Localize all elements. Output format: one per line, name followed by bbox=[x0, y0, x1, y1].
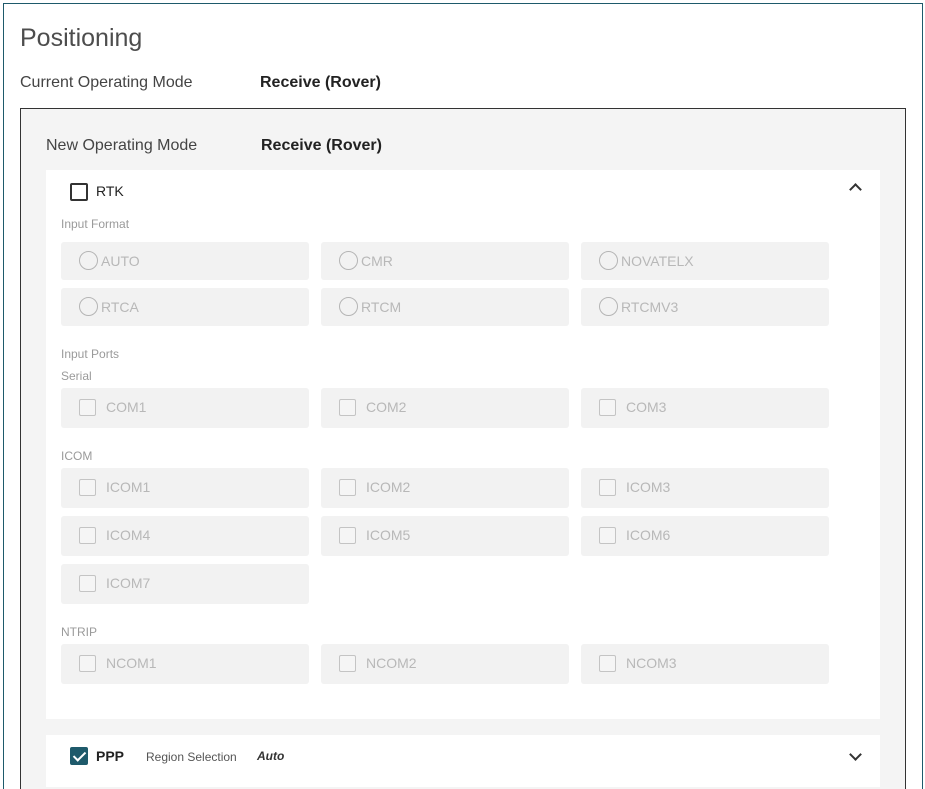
icom-label: ICOM bbox=[61, 449, 93, 463]
checkbox-icon bbox=[79, 655, 96, 672]
region-selection-value: Auto bbox=[257, 749, 285, 763]
input-format-option: NOVATELX bbox=[581, 242, 829, 280]
port-label: ICOM5 bbox=[366, 527, 411, 543]
checkbox-icon bbox=[599, 399, 616, 416]
checkbox-icon bbox=[339, 527, 356, 544]
checkbox-icon bbox=[599, 655, 616, 672]
port-label: NCOM2 bbox=[366, 655, 417, 671]
port-label: ICOM3 bbox=[626, 479, 671, 495]
port-label: ICOM4 bbox=[106, 527, 151, 543]
current-mode-value: Receive (Rover) bbox=[260, 74, 381, 91]
chevron-up-icon[interactable] bbox=[849, 183, 862, 196]
ppp-label: PPP bbox=[96, 748, 125, 764]
port-option: ICOM3 bbox=[581, 468, 829, 508]
checkbox-icon bbox=[79, 479, 96, 496]
page-title: Positioning bbox=[20, 24, 143, 52]
current-mode-label: Current Operating Mode bbox=[20, 74, 193, 91]
port-option: ICOM4 bbox=[61, 516, 309, 556]
new-mode-label: New Operating Mode bbox=[46, 137, 198, 154]
port-option: COM3 bbox=[581, 388, 829, 428]
port-label: ICOM2 bbox=[366, 479, 411, 495]
new-mode-value: Receive (Rover) bbox=[261, 137, 382, 154]
checkbox-icon bbox=[339, 479, 356, 496]
port-option: ICOM1 bbox=[61, 468, 309, 508]
port-option: NCOM2 bbox=[321, 644, 569, 684]
port-option: NCOM1 bbox=[61, 644, 309, 684]
checkbox-icon bbox=[339, 399, 356, 416]
input-format-option: CMR bbox=[321, 242, 569, 280]
port-option: ICOM2 bbox=[321, 468, 569, 508]
input-format-label-rtcm: RTCM bbox=[361, 299, 402, 315]
port-option: COM1 bbox=[61, 388, 309, 428]
rtk-checkbox[interactable] bbox=[70, 183, 88, 201]
ppp-checkbox[interactable] bbox=[70, 747, 88, 765]
radio-icon bbox=[599, 297, 618, 316]
serial-label: Serial bbox=[61, 369, 92, 383]
rtk-label: RTK bbox=[96, 183, 124, 199]
checkbox-icon bbox=[339, 655, 356, 672]
rtk-panel: RTK Input Format AUTO CMR NOVATELX RTCA … bbox=[46, 170, 880, 719]
checkbox-icon bbox=[79, 575, 96, 592]
ntrip-label: NTRIP bbox=[61, 625, 97, 639]
checkbox-icon bbox=[599, 479, 616, 496]
chevron-down-icon[interactable] bbox=[849, 748, 862, 761]
input-format-option: RTCA bbox=[61, 288, 309, 326]
port-label: COM1 bbox=[106, 399, 147, 415]
checkbox-icon bbox=[79, 399, 96, 416]
input-format-label-novatelx: NOVATELX bbox=[621, 253, 694, 269]
radio-icon bbox=[599, 251, 618, 270]
port-label: COM2 bbox=[366, 399, 407, 415]
checkbox-icon bbox=[599, 527, 616, 544]
port-label: ICOM6 bbox=[626, 527, 671, 543]
port-option: ICOM5 bbox=[321, 516, 569, 556]
input-format-label-cmr: CMR bbox=[361, 253, 393, 269]
checkbox-icon bbox=[79, 527, 96, 544]
port-label: ICOM1 bbox=[106, 479, 151, 495]
input-format-label: Input Format bbox=[61, 217, 130, 231]
port-label: NCOM1 bbox=[106, 655, 157, 671]
port-option: ICOM7 bbox=[61, 564, 309, 604]
ppp-panel: PPP Region Selection Auto bbox=[46, 735, 880, 787]
input-ports-label: Input Ports bbox=[61, 347, 120, 361]
port-option: NCOM3 bbox=[581, 644, 829, 684]
port-label: ICOM7 bbox=[106, 575, 151, 591]
radio-icon bbox=[339, 297, 358, 316]
radio-icon bbox=[79, 251, 98, 270]
port-option: ICOM6 bbox=[581, 516, 829, 556]
port-label: NCOM3 bbox=[626, 655, 677, 671]
input-format-label-rtcmv3: RTCMV3 bbox=[621, 299, 679, 315]
radio-icon bbox=[339, 251, 358, 270]
input-format-label-rtca: RTCA bbox=[101, 299, 139, 315]
port-label: COM3 bbox=[626, 399, 667, 415]
region-selection-label: Region Selection bbox=[146, 750, 237, 764]
input-format-option: RTCM bbox=[321, 288, 569, 326]
radio-icon bbox=[79, 297, 98, 316]
input-format-label-auto: AUTO bbox=[101, 253, 140, 269]
input-format-option: AUTO bbox=[61, 242, 309, 280]
input-format-option: RTCMV3 bbox=[581, 288, 829, 326]
port-option: COM2 bbox=[321, 388, 569, 428]
